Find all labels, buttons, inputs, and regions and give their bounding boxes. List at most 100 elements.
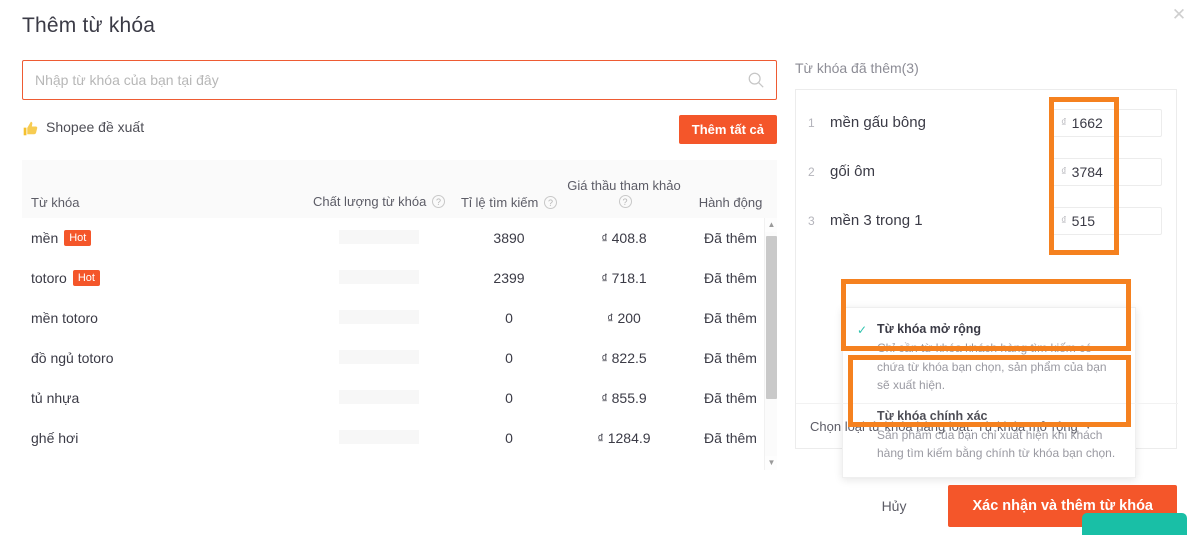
item-keyword: mền 3 trong 1 xyxy=(830,212,923,229)
item-index: 1 xyxy=(808,115,815,130)
currency-symbol: ₫ xyxy=(1061,214,1067,227)
cell-ref-bid: ₫ 200 xyxy=(564,310,684,326)
col-header-keyword: Từ khóa xyxy=(31,195,80,210)
scrollbar-track[interactable] xyxy=(765,232,777,456)
bid-value: 855.9 xyxy=(611,390,647,406)
added-keywords-list: 1 mền gấu bông ₫ 1662 2 gối ôm ₫ 3784 3 mền 3 tro… xyxy=(796,90,1176,245)
added-keywords-panel: Từ khóa đã thêm(3) 1 mền gấu bông ₫ 1662 2 gố… xyxy=(795,60,1178,478)
bid-input[interactable]: ₫ 515 xyxy=(1052,206,1162,235)
status-badge: Hot xyxy=(72,270,100,286)
list-item: 1 mền gấu bông ₫ 1662 xyxy=(796,98,1176,147)
keyword-type-dropdown[interactable]: ✓ Từ khóa mở rộng Chỉ cần từ khóa khách hà… xyxy=(842,307,1136,478)
cell-keyword: ghế hơi xyxy=(22,430,304,446)
keyword-text: đồ ngủ totoro xyxy=(31,350,114,366)
currency-symbol: ₫ xyxy=(1061,116,1067,129)
cell-ref-bid: ₫ 822.5 xyxy=(564,350,684,366)
currency-symbol: ₫ xyxy=(601,392,608,406)
caret-down-icon[interactable]: ▼ xyxy=(765,456,777,470)
currency-symbol: ₫ xyxy=(601,272,608,286)
bid-value: 822.5 xyxy=(611,350,647,366)
currency-symbol: ₫ xyxy=(1061,165,1067,178)
cell-keyword: tủ nhựa xyxy=(22,390,304,406)
cell-quality xyxy=(304,269,454,287)
check-icon: ✓ xyxy=(857,323,868,337)
caret-up-icon[interactable]: ▲ xyxy=(765,218,777,232)
cell-quality xyxy=(304,229,454,247)
currency-symbol: ₫ xyxy=(601,352,608,366)
caret-down-icon[interactable]: ▼ xyxy=(1084,421,1093,431)
scrollbar-thumb[interactable] xyxy=(766,236,777,399)
table-row: ghế hơi intex0₫ 675.4Đã thêm xyxy=(22,458,777,470)
search-icon[interactable] xyxy=(747,71,765,89)
cell-quality xyxy=(304,429,454,447)
thumbs-up-icon xyxy=(23,121,38,136)
cell-search-rate: 0 xyxy=(505,390,513,406)
status-badge: Hot xyxy=(64,230,92,246)
quality-bar xyxy=(339,429,419,444)
item-index: 3 xyxy=(808,213,815,228)
suggest-row: Shopee đề xuất Thêm tất cả xyxy=(22,115,777,145)
currency-symbol: ₫ xyxy=(601,232,608,246)
currency-symbol: ₫ xyxy=(607,312,614,326)
col-header-quality: Chất lượng từ khóa ? xyxy=(304,194,454,210)
cell-search-rate: 2399 xyxy=(493,270,525,286)
suggest-label: Shopee đề xuất xyxy=(46,119,145,135)
bulk-type-selector[interactable]: Chọn loại từ khóa hàng loạt: Từ khóa mở … xyxy=(796,403,1178,448)
table-row: ghế hơi 0 ₫ 1284.9 Đã thêm xyxy=(22,418,777,458)
menu-item-description: Chỉ cần từ khóa khách hàng tìm kiếm có c… xyxy=(877,341,1107,393)
quality-bar xyxy=(339,389,419,404)
table-scrollbar[interactable]: ▲ ▼ xyxy=(764,218,777,470)
cell-ref-bid: ₫ 408.8 xyxy=(564,230,684,246)
cell-ref-bid: ₫ 1284.9 xyxy=(564,430,684,446)
keyword-text: mền totoro xyxy=(31,310,98,326)
table-row: đồ ngủ totoro 0 ₫ 822.5 Đã thêm xyxy=(22,338,777,378)
col-header-search-rate-label: Tỉ lệ tìm kiếm xyxy=(461,195,539,210)
table-body: mền Hot 3890 ₫ 408.8 Đã thêm totoro Hot 2399 ₫ 7… xyxy=(22,218,777,470)
search-bar xyxy=(22,60,777,100)
cancel-button[interactable]: Hủy xyxy=(882,498,907,514)
quality-bar xyxy=(339,269,419,284)
cell-keyword: mền Hot xyxy=(22,230,304,246)
cell-quality xyxy=(304,309,454,327)
bid-value: 1284.9 xyxy=(607,430,651,446)
question-mark-icon[interactable]: ? xyxy=(618,194,632,208)
bid-input[interactable]: ₫ 3784 xyxy=(1052,157,1162,186)
table-row: totoro Hot 2399 ₫ 718.1 Đã thêm xyxy=(22,258,777,298)
quality-bar xyxy=(339,309,419,324)
chat-widget[interactable] xyxy=(1082,513,1187,535)
cell-quality xyxy=(304,389,454,407)
col-header-search-rate: Tỉ lệ tìm kiếm ? xyxy=(454,195,564,210)
cell-search-rate: 3890 xyxy=(493,230,525,246)
keyword-text: totoro xyxy=(31,270,67,286)
cell-keyword: totoro Hot xyxy=(22,270,304,286)
col-header-action: Hành động xyxy=(698,195,763,210)
added-keywords-title: Từ khóa đã thêm(3) xyxy=(795,60,919,76)
keyword-text: ghế hơi xyxy=(31,430,79,446)
close-icon[interactable]: ✕ xyxy=(1168,4,1190,26)
cell-search-rate: 0 xyxy=(505,310,513,326)
search-input[interactable] xyxy=(22,60,777,100)
quality-bar xyxy=(339,469,419,470)
question-mark-icon[interactable]: ? xyxy=(543,196,557,209)
quality-bar xyxy=(339,229,419,244)
table-row: mền totoro 0 ₫ 200 Đã thêm xyxy=(22,298,777,338)
question-mark-icon[interactable]: ? xyxy=(432,194,445,208)
cell-ref-bid: ₫ 718.1 xyxy=(564,270,684,286)
bid-input[interactable]: ₫ 1662 xyxy=(1052,108,1162,137)
item-keyword: gối ôm xyxy=(830,163,876,180)
cell-quality xyxy=(304,469,454,470)
table-row: mền Hot 3890 ₫ 408.8 Đã thêm xyxy=(22,218,777,258)
page-title: Thêm từ khóa xyxy=(22,14,156,37)
cell-keyword: đồ ngủ totoro xyxy=(22,350,304,366)
added-keywords-card: 1 mền gấu bông ₫ 1662 2 gối ôm ₫ 3784 3 mền 3 tro… xyxy=(795,89,1178,478)
add-keyword-dialog: ✕ Thêm từ khóa Shopee đề xuất Thêm tất c… xyxy=(0,0,1200,535)
cell-search-rate: 0 xyxy=(505,430,513,446)
menu-item-title: Từ khóa mở rộng xyxy=(877,322,982,336)
bid-value: 3784 xyxy=(1071,163,1103,180)
col-header-ref-bid-label: Giá thầu tham khảo xyxy=(567,177,681,193)
list-item: 3 mền 3 trong 1 ₫ 515 xyxy=(796,196,1176,245)
add-all-button[interactable]: Thêm tất cả xyxy=(678,115,777,144)
menu-item-keyword-type[interactable]: ✓ Từ khóa mở rộng Chỉ cần từ khóa khách hà… xyxy=(843,316,1135,403)
keyword-text: mền xyxy=(31,230,59,246)
bulk-type-label: Chọn loại từ khóa hàng loạt: Từ khóa mở … xyxy=(810,418,1078,434)
